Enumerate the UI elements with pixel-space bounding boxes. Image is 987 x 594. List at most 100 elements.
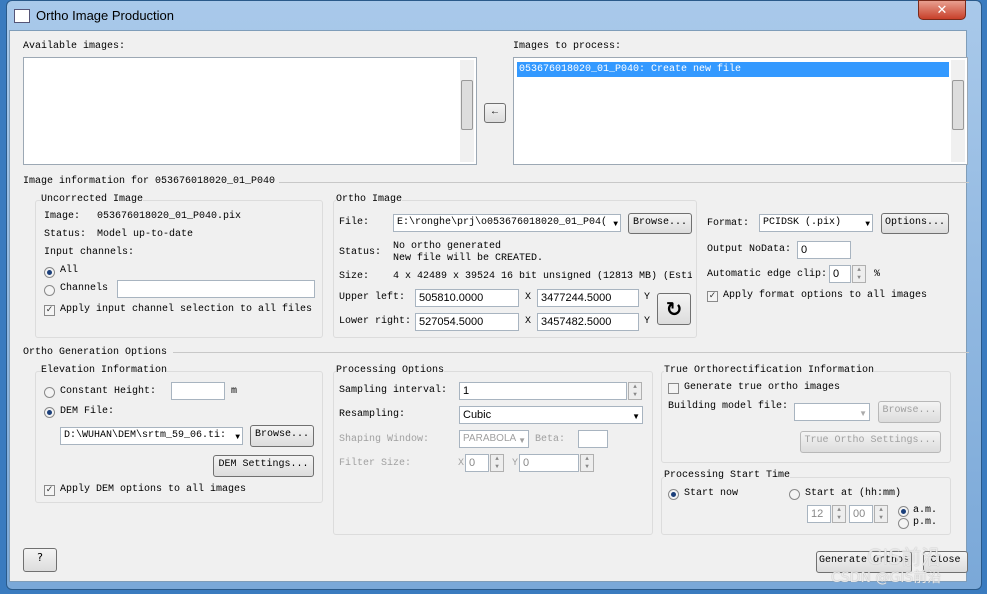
dem-file-dropdown[interactable]: D:\WUHAN\DEM\srtm_59_06.ti: ▼ (60, 427, 243, 445)
nodata-label: Output NoData: (707, 244, 792, 255)
dem-settings-button[interactable]: DEM Settings... (213, 455, 314, 477)
am-radio[interactable] (898, 506, 909, 517)
status-label: Status: (44, 229, 87, 240)
ortho-file-dropdown[interactable]: E:\ronghe\prj\o053676018020_01_P04(▼ (393, 214, 621, 232)
constant-height-radio[interactable] (44, 387, 55, 398)
hour-input[interactable]: 12 (807, 505, 831, 523)
resampling-dropdown[interactable]: Cubic ▼ (459, 406, 643, 424)
chevron-down-icon: ▼ (632, 412, 640, 421)
building-model-label: Building model file: (668, 401, 789, 412)
format-value: PCIDSK (.pix) (763, 217, 842, 228)
start-now-label: Start now (684, 488, 739, 499)
start-time-title: Processing Start Time (664, 470, 791, 481)
watermark: CSDN @GIS前沿 (831, 570, 942, 586)
edge-clip-label: Automatic edge clip: (707, 269, 828, 280)
all-label: All (60, 265, 79, 276)
shaping-window-dropdown[interactable]: PARABOLA ▼ (459, 430, 529, 448)
start-at-radio[interactable] (789, 489, 800, 500)
minute-spinner[interactable]: ▲ ▼ (874, 505, 888, 523)
channels-label: Channels (60, 283, 109, 294)
true-ortho-settings-button[interactable]: True Ortho Settings... (800, 431, 941, 453)
pm-radio[interactable] (898, 518, 909, 529)
filter-size-label: Filter Size: (339, 458, 412, 469)
meter-label: m (231, 386, 238, 397)
chevron-down-icon: ▼ (518, 436, 526, 445)
x-label: X (525, 316, 532, 327)
image-info-header: Image information for 053676018020_01_P0… (23, 176, 276, 187)
dem-file-radio[interactable] (44, 407, 55, 418)
generate-true-ortho-label: Generate true ortho images (684, 382, 841, 393)
help-button[interactable]: ? (23, 548, 57, 572)
building-model-dropdown[interactable]: ▼ (794, 403, 870, 421)
scrollbar[interactable] (460, 60, 474, 162)
resampling-label: Resampling: (339, 409, 406, 420)
lower-right-y-input[interactable]: 3457482.5000 (537, 313, 639, 331)
processing-options-title: Processing Options (336, 365, 445, 376)
filter-x-input[interactable]: 0 (465, 454, 489, 472)
move-to-available-button[interactable]: ← (484, 103, 506, 123)
generate-true-ortho-checkbox[interactable] (668, 383, 679, 394)
lower-right-x-input[interactable]: 527054.5000 (415, 313, 519, 331)
apply-format-checkbox[interactable]: ✓ (707, 291, 718, 302)
format-dropdown[interactable]: PCIDSK (.pix) ▼ (759, 214, 873, 232)
available-images-list[interactable] (23, 57, 477, 165)
images-to-process-list[interactable]: 053676018020_01_P040: Create new file (513, 57, 968, 165)
scrollbar[interactable] (951, 60, 965, 162)
edge-clip-input[interactable]: 0 (829, 265, 851, 283)
resampling-value: Cubic (463, 409, 492, 421)
upper-left-y-input[interactable]: 3477244.5000 (537, 289, 639, 307)
building-browse-button[interactable]: Browse... (878, 401, 941, 423)
minute-input[interactable]: 00 (849, 505, 873, 523)
apply-dem-checkbox[interactable]: ✓ (44, 485, 55, 496)
ortho-browse-button[interactable]: Browse... (628, 213, 692, 234)
available-images-label: Available images: (23, 41, 126, 52)
channels-input[interactable] (117, 280, 315, 298)
lower-right-label: Lower right: (339, 316, 412, 327)
filter-y-input[interactable]: 0 (519, 454, 579, 472)
ortho-image-title: Ortho Image (336, 194, 403, 205)
start-at-label: Start at (hh:mm) (805, 488, 902, 499)
filter-y-spinner[interactable]: ▲ ▼ (580, 454, 594, 472)
am-label: a.m. (913, 505, 938, 516)
apply-format-label: Apply format options to all images (723, 290, 928, 301)
list-item[interactable]: 053676018020_01_P040: Create new file (517, 62, 949, 77)
true-ortho-title: True Orthorectification Information (664, 365, 875, 376)
constant-height-input[interactable] (171, 382, 225, 400)
dialog-body: Available images: ← Images to process: 0… (9, 30, 969, 586)
elevation-title: Elevation Information (41, 365, 168, 376)
apply-channel-checkbox[interactable]: ✓ (44, 305, 55, 316)
dem-browse-button[interactable]: Browse... (250, 425, 314, 447)
uncorrected-image-title: Uncorrected Image (41, 194, 144, 205)
beta-label: Beta: (535, 434, 566, 445)
x-label: X (525, 292, 532, 303)
y-label: Y (644, 316, 651, 327)
help-icon: ? (37, 551, 43, 564)
all-channels-radio[interactable] (44, 267, 55, 278)
dem-file-label: DEM File: (60, 406, 115, 417)
sampling-input[interactable]: 1 (459, 382, 627, 400)
sampling-spinner[interactable]: ▲ ▼ (628, 382, 642, 400)
apply-channel-label: Apply input channel selection to all fil… (60, 304, 313, 315)
chevron-down-icon: ▼ (611, 217, 618, 231)
filter-x-label: X (458, 458, 465, 469)
chevron-down-icon: ▼ (865, 220, 870, 229)
upper-left-x-input[interactable]: 505810.0000 (415, 289, 519, 307)
shaping-window-label: Shaping Window: (339, 434, 430, 445)
generation-options-header: Ortho Generation Options (23, 347, 168, 358)
size-value: 4 x 42489 x 39524 16 bit unsigned (12813… (393, 271, 692, 282)
filter-x-spinner[interactable]: ▲ ▼ (490, 454, 504, 472)
beta-input[interactable] (578, 430, 608, 448)
images-to-process-label: Images to process: (513, 41, 622, 52)
edge-clip-spinner[interactable]: ▲ ▼ (852, 265, 866, 283)
hour-spinner[interactable]: ▲ ▼ (832, 505, 846, 523)
channels-radio[interactable] (44, 285, 55, 296)
format-options-button[interactable]: Options... (881, 213, 949, 234)
refresh-icon: ↻ (665, 297, 683, 321)
file-label: File: (339, 217, 370, 228)
pm-label: p.m. (913, 517, 938, 528)
filter-y-label: Y (512, 458, 519, 469)
start-now-radio[interactable] (668, 489, 679, 500)
nodata-input[interactable]: 0 (797, 241, 851, 259)
refresh-button[interactable]: ↻ (657, 293, 691, 325)
image-value: 053676018020_01_P040.pix (97, 211, 242, 222)
